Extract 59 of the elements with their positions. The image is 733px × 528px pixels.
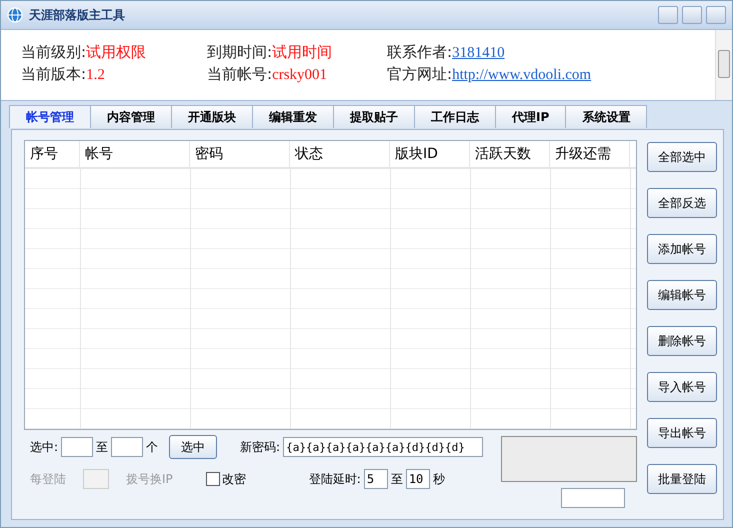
- tab[interactable]: 开通版块: [171, 105, 253, 128]
- info-label: 到期时间:: [207, 43, 272, 61]
- info-label: 当前级别:: [21, 43, 86, 61]
- input-field[interactable]: [561, 488, 625, 508]
- column-header[interactable]: 活跃天数: [470, 141, 550, 167]
- checkbox-label[interactable]: 改密: [222, 470, 246, 488]
- label: 选中:: [30, 438, 58, 456]
- label: 新密码:: [240, 438, 280, 456]
- minimize-button[interactable]: [658, 6, 678, 24]
- link[interactable]: http://www.vdooli.com: [452, 67, 592, 83]
- action-button[interactable]: 导出帐号: [647, 418, 717, 448]
- globe-icon: [7, 7, 23, 23]
- info-label: 联系作者:: [387, 43, 452, 61]
- tab[interactable]: 提取贴子: [333, 105, 415, 128]
- password-pattern-field[interactable]: {a}{a}{a}{a}{a}{a}{d}{d}{d}: [283, 437, 484, 457]
- label: 至: [96, 438, 108, 456]
- info-value: 1.2: [86, 67, 105, 83]
- select-button[interactable]: 选中: [169, 435, 218, 459]
- column-header[interactable]: 状态: [290, 141, 390, 167]
- label: 个: [146, 438, 158, 456]
- action-button[interactable]: 批量登陆: [647, 464, 717, 494]
- column-header[interactable]: 序号: [25, 141, 80, 167]
- action-button[interactable]: 导入帐号: [647, 372, 717, 402]
- close-button[interactable]: [706, 6, 726, 24]
- maximize-button[interactable]: [682, 6, 702, 24]
- link[interactable]: 3181410: [452, 45, 505, 61]
- label: 秒: [432, 470, 445, 488]
- input-field[interactable]: 10: [406, 469, 430, 489]
- info-value: 试用权限: [86, 45, 146, 61]
- action-button[interactable]: 删除帐号: [647, 326, 717, 356]
- scrollbar[interactable]: [715, 30, 732, 100]
- column-header[interactable]: 密码: [190, 141, 290, 167]
- action-button[interactable]: 添加帐号: [647, 234, 717, 264]
- checkbox[interactable]: [206, 472, 220, 486]
- info-label: 官方网址:: [387, 65, 452, 83]
- input-field[interactable]: 5: [364, 469, 388, 489]
- info-label: 当前帐号:: [207, 65, 272, 83]
- label: 每登陆: [30, 470, 66, 488]
- tab[interactable]: 代理IP: [495, 105, 566, 128]
- label: 拨号换IP: [126, 470, 173, 488]
- tab[interactable]: 系统设置: [565, 105, 648, 128]
- column-header[interactable]: 版块ID: [390, 141, 470, 167]
- column-header[interactable]: 升级还需: [550, 141, 630, 167]
- tab[interactable]: 工作日志: [414, 105, 496, 128]
- action-button[interactable]: 全部反选: [647, 188, 717, 218]
- tab[interactable]: 帐号管理: [9, 105, 91, 128]
- tab[interactable]: 内容管理: [90, 105, 172, 128]
- action-button[interactable]: 全部选中: [647, 142, 717, 172]
- info-value: 试用时间: [272, 45, 332, 61]
- info-label: 当前版本:: [21, 65, 86, 83]
- input-field[interactable]: [111, 437, 144, 457]
- column-header[interactable]: 帐号: [80, 141, 190, 167]
- input-field[interactable]: [61, 437, 94, 457]
- window-title: 天涯部落版主工具: [29, 6, 125, 24]
- action-button[interactable]: 编辑帐号: [647, 280, 717, 310]
- label: 至: [390, 470, 403, 488]
- info-value: crsky001: [272, 67, 328, 83]
- tab[interactable]: 编辑重发: [252, 105, 334, 128]
- label: 登陆延时:: [308, 470, 361, 488]
